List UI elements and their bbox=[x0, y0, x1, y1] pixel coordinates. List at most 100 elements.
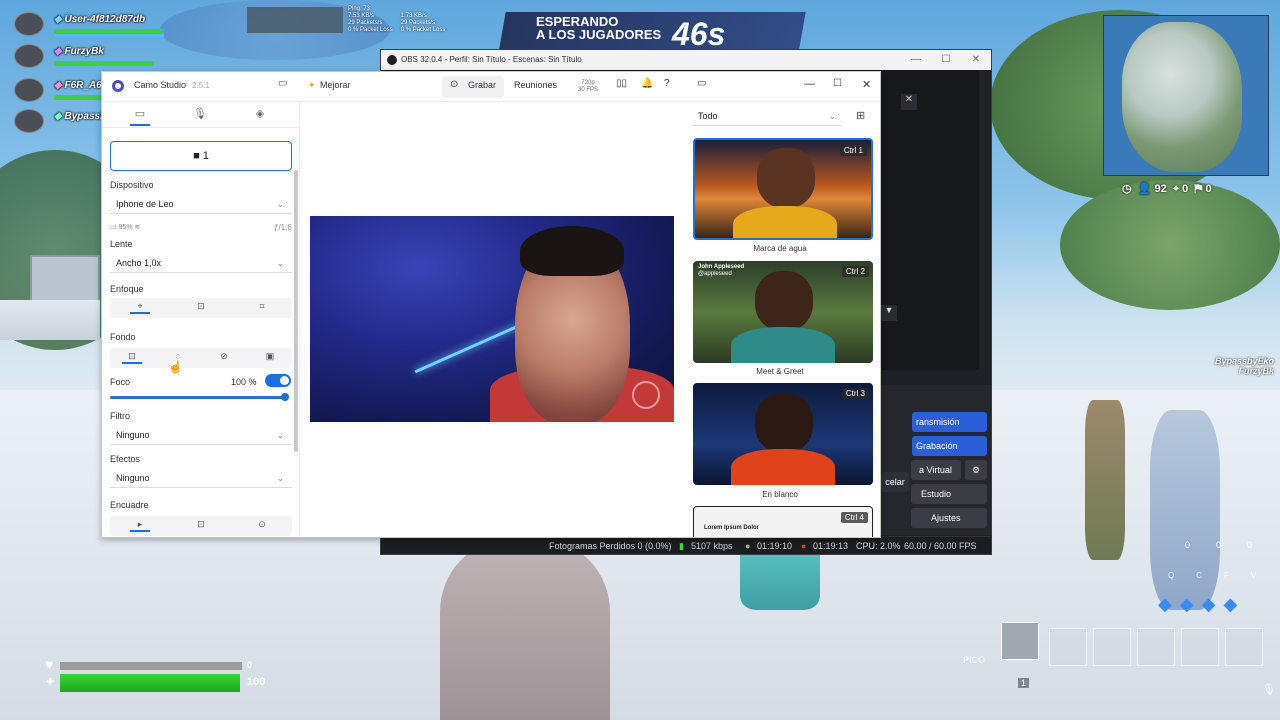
panel-toggle-icon[interactable]: ▭ bbox=[697, 78, 706, 89]
framing-center-icon[interactable]: ⊡ bbox=[191, 519, 211, 530]
squad-member: ◆ FurzyBk bbox=[8, 44, 168, 68]
signal-icon: ▮ bbox=[679, 541, 684, 551]
assist-icon: ⚑ bbox=[1194, 183, 1203, 195]
inventory-slot-pickaxe[interactable] bbox=[1001, 622, 1039, 660]
dropped-frames: Fotogramas Perdidos 0 (0.0%) bbox=[549, 541, 672, 551]
mic-icon: 🎙 bbox=[1262, 684, 1276, 696]
obs-logo-icon bbox=[387, 55, 397, 65]
help-icon[interactable]: ? bbox=[664, 78, 670, 89]
preset-card[interactable]: Ctrl 1 bbox=[693, 138, 873, 240]
background-remove-icon[interactable]: ⊘ bbox=[214, 351, 234, 362]
obs-status-bar: Fotogramas Perdidos 0 (0.0%) ▮ 5107 kbps… bbox=[381, 536, 991, 554]
maximize-button[interactable]: ☐ bbox=[931, 50, 961, 70]
video-tab-icon[interactable]: ▭ bbox=[130, 107, 150, 126]
hidden-panel bbox=[247, 7, 343, 33]
preset-card[interactable]: Lorem Ipsum Dolor Ctrl 4 bbox=[693, 506, 873, 537]
preset-filter-select[interactable]: Todo ⌄ bbox=[692, 106, 842, 126]
inventory-bar bbox=[1001, 622, 1271, 670]
blur-focus-toggle[interactable] bbox=[265, 374, 291, 387]
background-replace-icon[interactable]: ▣ bbox=[260, 351, 280, 362]
blur-focus-slider-knob[interactable] bbox=[281, 393, 289, 401]
build-pieces: ◆◆◆◆ bbox=[1158, 594, 1246, 614]
framing-face-icon[interactable]: ⊙ bbox=[252, 519, 272, 530]
layers-tab-icon[interactable]: ◈ bbox=[250, 107, 270, 120]
layout-icon[interactable]: ▯▯ bbox=[616, 78, 627, 89]
mouse-cursor-icon: ☝ bbox=[168, 360, 183, 374]
effects-label: Efectos bbox=[110, 454, 141, 464]
focus-face-icon[interactable]: ⊡ bbox=[191, 301, 211, 312]
bitrate: 5107 kbps bbox=[691, 541, 733, 551]
avatar bbox=[14, 109, 44, 133]
filter-label: Filtro bbox=[110, 411, 130, 421]
camera-selector[interactable]: ■ 1 bbox=[110, 141, 292, 171]
device-select[interactable]: Iphone de Leo ⌄ bbox=[110, 194, 292, 214]
minimize-button[interactable]: — bbox=[901, 50, 931, 70]
preset-shortcut: Ctrl 3 bbox=[841, 388, 869, 399]
grid-view-icon[interactable]: ⊞ bbox=[856, 109, 865, 122]
focus-auto-icon[interactable]: ⌖ bbox=[130, 301, 150, 314]
camera-icon: ⊙ bbox=[450, 79, 459, 90]
preset-person-body bbox=[731, 449, 835, 485]
meetings-button[interactable]: Reuniones bbox=[514, 80, 557, 90]
fps-readout: 60.00 / 60.00 FPS bbox=[904, 541, 977, 551]
microphone-tab-icon[interactable]: 🎙 bbox=[190, 107, 210, 120]
focus-manual-icon[interactable]: ⌗ bbox=[252, 301, 272, 312]
crosshair-icon: ⌖ bbox=[1172, 183, 1180, 195]
settings-button[interactable]: Ajustes bbox=[911, 508, 987, 528]
preset-card[interactable]: Ctrl 3 bbox=[693, 383, 873, 485]
effects-select[interactable]: Ninguno ⌄ bbox=[110, 468, 292, 488]
start-recording-button[interactable]: Grabación bbox=[912, 436, 987, 456]
overlay-presets-panel: Todo ⌄ ⊞ Ctrl 1 Marca de agua John Apples… bbox=[690, 102, 880, 537]
notification-bell-icon[interactable]: 🔔 bbox=[641, 78, 653, 89]
device-label: Dispositivo bbox=[110, 180, 154, 190]
lens-select[interactable]: Ancho 1,0x ⌄ bbox=[110, 253, 292, 273]
focus-label: Enfoque bbox=[110, 284, 144, 294]
close-button[interactable]: ✕ bbox=[961, 50, 991, 70]
aperture-value: ƒ/1,6 bbox=[274, 223, 292, 232]
inventory-slot[interactable] bbox=[1181, 628, 1219, 666]
obs-dropdown-arrow[interactable]: ▼ bbox=[881, 305, 897, 321]
shield-bar bbox=[54, 34, 164, 37]
distant-pine bbox=[0, 300, 100, 340]
preset-person bbox=[755, 271, 813, 331]
record-button[interactable]: Grabar bbox=[468, 80, 496, 90]
obs-dock-close[interactable]: ✕ bbox=[901, 94, 917, 110]
health-bar bbox=[54, 61, 154, 66]
preset-card[interactable]: John Appleseed @appleseed Ctrl 2 bbox=[693, 261, 873, 363]
background-none-icon[interactable]: ⊡ bbox=[122, 351, 142, 364]
preset-caption: En blanco bbox=[762, 490, 798, 499]
inventory-slot[interactable] bbox=[1093, 628, 1131, 666]
close-button[interactable]: ✕ bbox=[862, 78, 871, 91]
virtual-camera-button[interactable]: a Virtual bbox=[911, 460, 961, 480]
obs-title: OBS 32.0.4 - Perfil: Sin Título - Escena… bbox=[401, 55, 582, 64]
blur-focus-slider[interactable] bbox=[110, 396, 288, 399]
blur-focus-label: Foco bbox=[110, 377, 131, 387]
filter-select[interactable]: Ninguno ⌄ bbox=[110, 425, 292, 445]
wifi-icon: ≋ bbox=[134, 224, 141, 231]
led-strip bbox=[414, 321, 526, 374]
avatar bbox=[14, 44, 44, 68]
settings-tabs: ▭ 🎙 ◈ bbox=[102, 102, 299, 128]
countdown-timer: 46s bbox=[672, 16, 726, 52]
camo-logo-icon bbox=[112, 80, 124, 92]
inventory-slot[interactable] bbox=[1049, 628, 1087, 666]
settings-scrollbar[interactable] bbox=[294, 170, 298, 452]
inventory-slot[interactable] bbox=[1137, 628, 1175, 666]
cancel-button[interactable]: celar bbox=[881, 472, 909, 492]
minimize-button[interactable]: — bbox=[804, 78, 815, 90]
record-time: 01:19:13 bbox=[813, 541, 849, 551]
improve-button[interactable]: Mejorar bbox=[320, 80, 351, 90]
subject-hair bbox=[520, 226, 624, 276]
studio-mode-button[interactable]: Estudio bbox=[911, 484, 987, 504]
inventory-slot[interactable] bbox=[1225, 628, 1263, 666]
sidebar-toggle-icon[interactable]: ▭ bbox=[278, 78, 287, 89]
start-streaming-button[interactable]: ransmisión bbox=[912, 412, 987, 432]
squad-member: ◆ User-4f812d87db bbox=[8, 12, 168, 37]
framing-segment: ▸ ⊡ ⊙ bbox=[110, 516, 292, 536]
gear-icon[interactable]: ⚙ bbox=[965, 460, 987, 480]
framing-auto-icon[interactable]: ▸ bbox=[130, 519, 150, 532]
preset-person-body bbox=[731, 327, 835, 363]
nearby-player-names: BypassbyEko FurzyBk bbox=[1214, 356, 1274, 376]
app-version: 2.5.1 bbox=[192, 81, 210, 90]
maximize-button[interactable]: ☐ bbox=[833, 78, 842, 89]
